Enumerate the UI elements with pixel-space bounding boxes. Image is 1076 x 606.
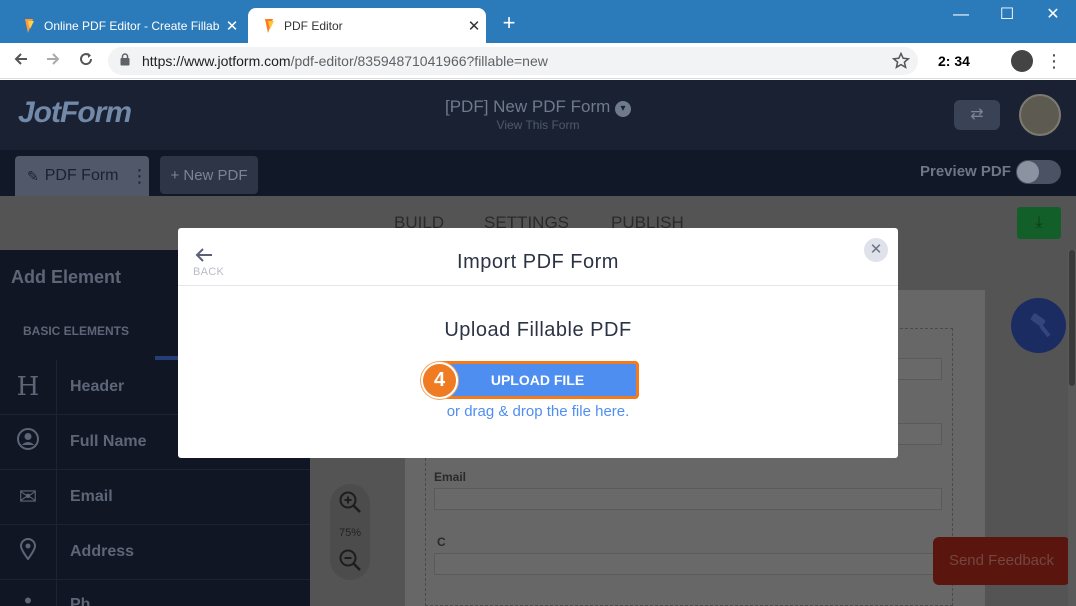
- jotform-favicon-icon: [22, 18, 36, 34]
- preview-pdf-label: Preview PDF: [920, 163, 1011, 180]
- more-options-icon[interactable]: ⋮: [131, 166, 149, 187]
- browser-menu-icon[interactable]: ⋮: [1044, 51, 1064, 71]
- zoom-in-icon[interactable]: [330, 490, 370, 520]
- sidebar-item-address[interactable]: Address: [0, 525, 310, 580]
- download-icon[interactable]: ⤓: [1017, 207, 1061, 239]
- upload-file-button[interactable]: UPLOAD FILE: [436, 361, 639, 399]
- zoom-level: 75%: [338, 527, 362, 539]
- user-avatar[interactable]: [1019, 94, 1061, 136]
- maximize-icon[interactable]: ☐: [984, 0, 1030, 30]
- tab-new-pdf[interactable]: + New PDF: [160, 156, 258, 194]
- sidebar-item-phone[interactable]: • Ph: [0, 580, 310, 606]
- form-title-chevron-icon[interactable]: ▾: [615, 101, 632, 117]
- pdf-field-label: C: [437, 535, 446, 549]
- tab-close-icon[interactable]: ✕: [220, 17, 244, 35]
- tab-title: PDF Editor: [284, 18, 343, 33]
- browser-toolbar: https://www.jotform.com/pdf-editor/83594…: [0, 43, 1076, 79]
- minimize-icon[interactable]: —: [938, 0, 984, 30]
- envelope-icon: ✉: [18, 484, 38, 509]
- sidebar-item-label: Full Name: [70, 433, 147, 450]
- bookmark-star-icon[interactable]: [891, 51, 911, 75]
- pdf-field: [434, 553, 942, 575]
- pdf-field-email: [434, 488, 942, 510]
- scrollbar-thumb[interactable]: [1069, 250, 1075, 386]
- sidebar-title: Add Element: [11, 267, 122, 287]
- drag-drop-hint: or drag & drop the file here.: [446, 403, 630, 420]
- address-bar[interactable]: https://www.jotform.com/pdf-editor/83594…: [108, 47, 918, 75]
- reload-icon[interactable]: [73, 49, 99, 73]
- sidebar-item-label: Ph: [70, 596, 91, 606]
- forward-arrow-icon[interactable]: [40, 49, 66, 73]
- tab-pdf-form[interactable]: ✎ PDF Form ⋮: [15, 156, 149, 196]
- back-arrow-icon[interactable]: [8, 49, 34, 73]
- sidebar-item-label: Email: [70, 488, 113, 505]
- phone-icon: •: [24, 588, 32, 606]
- sidebar-item-label: Header: [70, 378, 125, 395]
- view-form-link[interactable]: View This Form: [0, 118, 1076, 132]
- tab-label: PDF Form: [44, 167, 119, 184]
- new-tab-button[interactable]: +: [496, 10, 522, 36]
- paint-roller-icon[interactable]: [1011, 298, 1066, 353]
- tab-title: Online PDF Editor - Create Fillabl: [44, 18, 220, 33]
- modal-title: Import PDF Form: [457, 251, 619, 273]
- sidebar-item-email[interactable]: ✉ Email: [0, 470, 310, 525]
- url-path: /pdf-editor/83594871041966?fillable=new: [290, 53, 548, 69]
- location-pin-icon: [0, 538, 56, 566]
- step-number-badge: 4: [421, 362, 458, 399]
- window-close-icon[interactable]: ✕: [1030, 0, 1076, 30]
- url-host: https://www.jotform.com: [142, 53, 291, 69]
- zoom-out-icon[interactable]: [330, 548, 370, 578]
- tab-basic-elements[interactable]: BASIC ELEMENTS: [23, 324, 129, 338]
- toggle-knob: [1017, 161, 1039, 183]
- send-feedback-button[interactable]: Send Feedback: [933, 537, 1070, 585]
- user-icon: [0, 428, 56, 456]
- swap-icon[interactable]: ⇄: [954, 100, 1000, 130]
- form-title[interactable]: [PDF] New PDF Form ▾: [0, 97, 1076, 117]
- pdf-field-label: Email: [434, 470, 467, 484]
- header-icon: H: [16, 372, 40, 402]
- edit-icon: ✎: [27, 167, 39, 184]
- sidebar-item-label: Address: [70, 543, 135, 560]
- lock-icon: [120, 53, 132, 69]
- modal-close-icon[interactable]: ✕: [864, 238, 888, 262]
- browser-tab-pdf-editor[interactable]: PDF Editor ✕: [248, 8, 486, 43]
- browser-tab-online-pdf-editor[interactable]: Online PDF Editor - Create Fillabl ✕: [8, 8, 244, 43]
- profile-avatar[interactable]: [1011, 50, 1033, 72]
- timer-readout: 2: 34: [938, 53, 970, 69]
- modal-subtitle: Upload Fillable PDF: [444, 319, 632, 341]
- jotform-favicon-icon: [262, 18, 276, 34]
- tab-close-icon[interactable]: ✕: [462, 17, 486, 35]
